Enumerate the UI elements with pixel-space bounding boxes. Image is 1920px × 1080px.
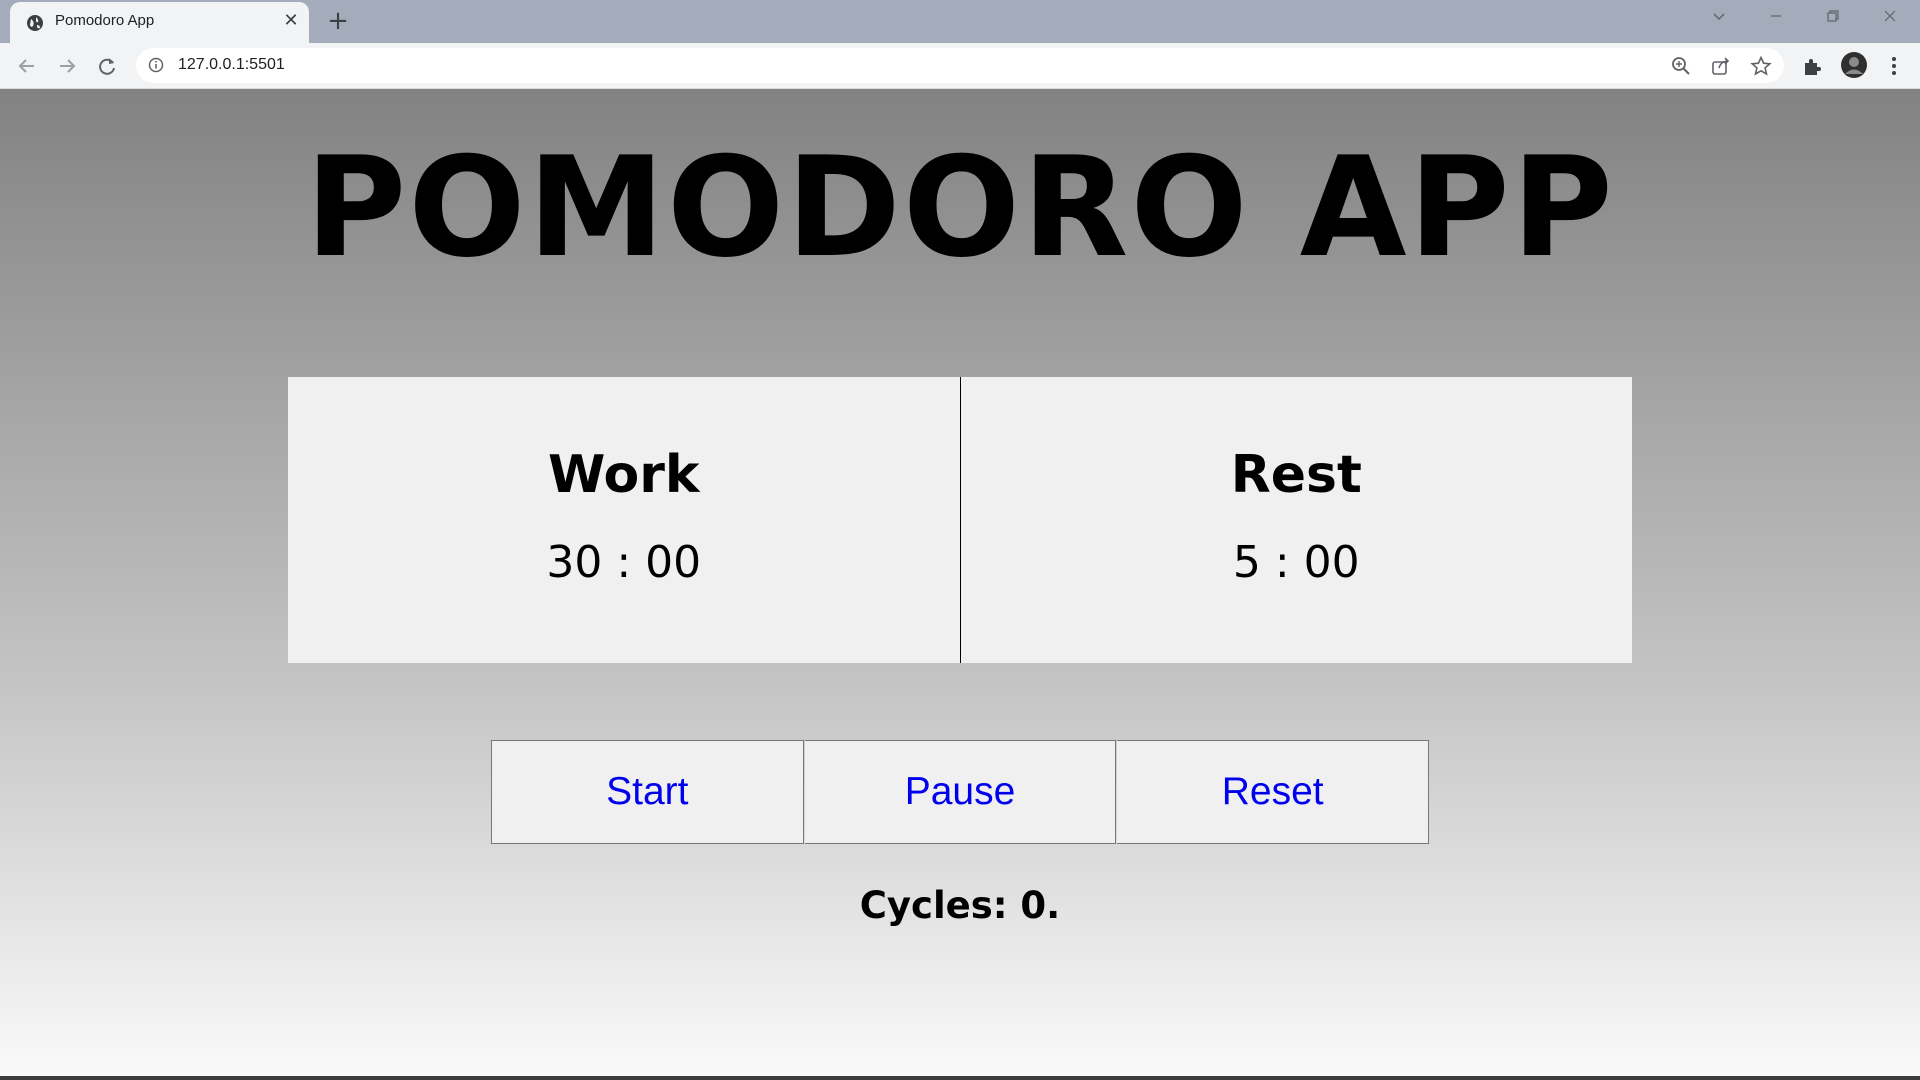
info-icon[interactable] <box>148 57 164 73</box>
work-label: Work <box>548 445 700 505</box>
close-window-icon[interactable] <box>1873 6 1907 32</box>
back-arrow-icon[interactable] <box>12 51 42 81</box>
rest-panel: Rest 5 : 00 <box>959 377 1632 663</box>
rest-time: 5 : 00 <box>1232 537 1360 588</box>
pause-button[interactable]: Pause <box>804 740 1117 844</box>
work-time: 30 : 00 <box>546 537 702 588</box>
new-tab-icon[interactable]: + <box>324 8 352 36</box>
avatar[interactable] <box>1840 51 1868 79</box>
zoom-icon[interactable] <box>1670 55 1692 77</box>
minimize-icon[interactable] <box>1759 6 1793 32</box>
close-tab-icon[interactable]: ✕ <box>280 10 302 32</box>
forward-arrow-icon[interactable] <box>52 51 82 81</box>
tab-search-icon[interactable] <box>1702 6 1736 32</box>
control-buttons: Start Pause Reset <box>491 740 1430 846</box>
bookmark-star-icon[interactable] <box>1750 55 1772 77</box>
share-icon[interactable] <box>1710 55 1732 77</box>
extensions-icon[interactable] <box>1800 54 1824 78</box>
page-viewport: POMODORO APP Work 30 : 00 Rest 5 : 00 St… <box>0 89 1920 1080</box>
reload-icon[interactable] <box>92 51 122 81</box>
browser-tab[interactable]: Pomodoro App ✕ <box>10 2 309 43</box>
bottom-edge <box>0 1076 1920 1080</box>
reset-button[interactable]: Reset <box>1117 740 1430 844</box>
browser-toolbar: 127.0.0.1:5501 <box>0 43 1920 89</box>
address-bar[interactable]: 127.0.0.1:5501 <box>136 48 1784 83</box>
cycles-counter: Cycles: 0. <box>859 884 1061 927</box>
tab-title: Pomodoro App <box>55 12 155 29</box>
start-button[interactable]: Start <box>491 740 804 844</box>
url-text: 127.0.0.1:5501 <box>178 56 285 73</box>
restore-icon[interactable] <box>1816 6 1850 32</box>
work-panel: Work 30 : 00 <box>288 377 960 663</box>
app-title: POMODORO APP <box>305 127 1615 288</box>
menu-kebab-icon[interactable] <box>1882 54 1906 78</box>
globe-icon <box>25 13 45 33</box>
rest-label: Rest <box>1230 445 1362 505</box>
tab-strip: Pomodoro App ✕ + <box>0 0 1920 43</box>
timer-panels: Work 30 : 00 Rest 5 : 00 <box>288 377 1632 663</box>
